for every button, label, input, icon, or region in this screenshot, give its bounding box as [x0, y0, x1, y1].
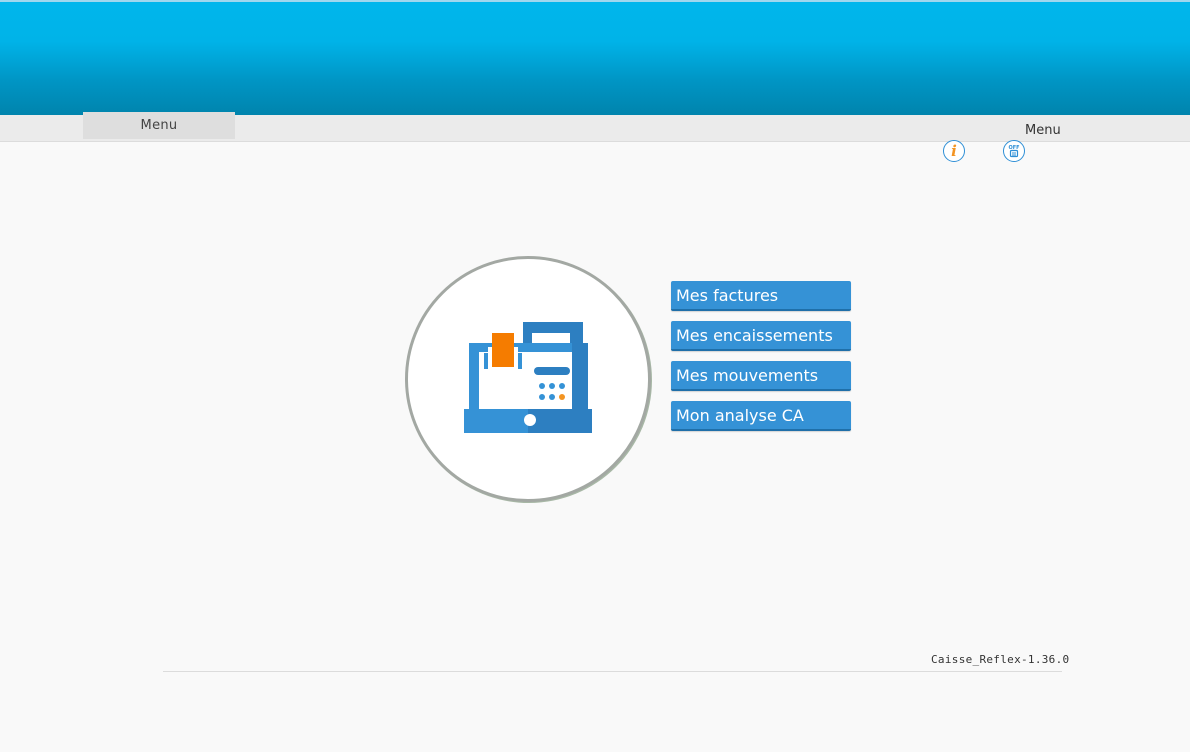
mes-encaissements-button[interactable]: Mes encaissements	[671, 321, 851, 351]
version-label: Caisse_Reflex-1.36.0	[931, 653, 1070, 666]
mes-mouvements-button[interactable]: Mes mouvements	[671, 361, 851, 391]
footer-divider	[163, 671, 1062, 672]
mon-analyse-ca-button[interactable]: Mon analyse CA	[671, 401, 851, 431]
cash-register-circle[interactable]	[405, 256, 651, 502]
info-icon[interactable]: i	[943, 140, 965, 162]
menu-right-label[interactable]: Menu	[1025, 123, 1061, 138]
cash-register-icon	[464, 322, 592, 433]
power-off-icon[interactable]: OFF	[1003, 140, 1025, 162]
menu-bar: Menu	[0, 112, 1190, 142]
header-banner	[0, 2, 1190, 115]
info-glyph: i	[951, 141, 957, 160]
power-off-glyph: OFF	[1008, 145, 1020, 158]
menu-tab[interactable]: Menu	[83, 112, 235, 139]
mes-factures-button[interactable]: Mes factures	[671, 281, 851, 311]
